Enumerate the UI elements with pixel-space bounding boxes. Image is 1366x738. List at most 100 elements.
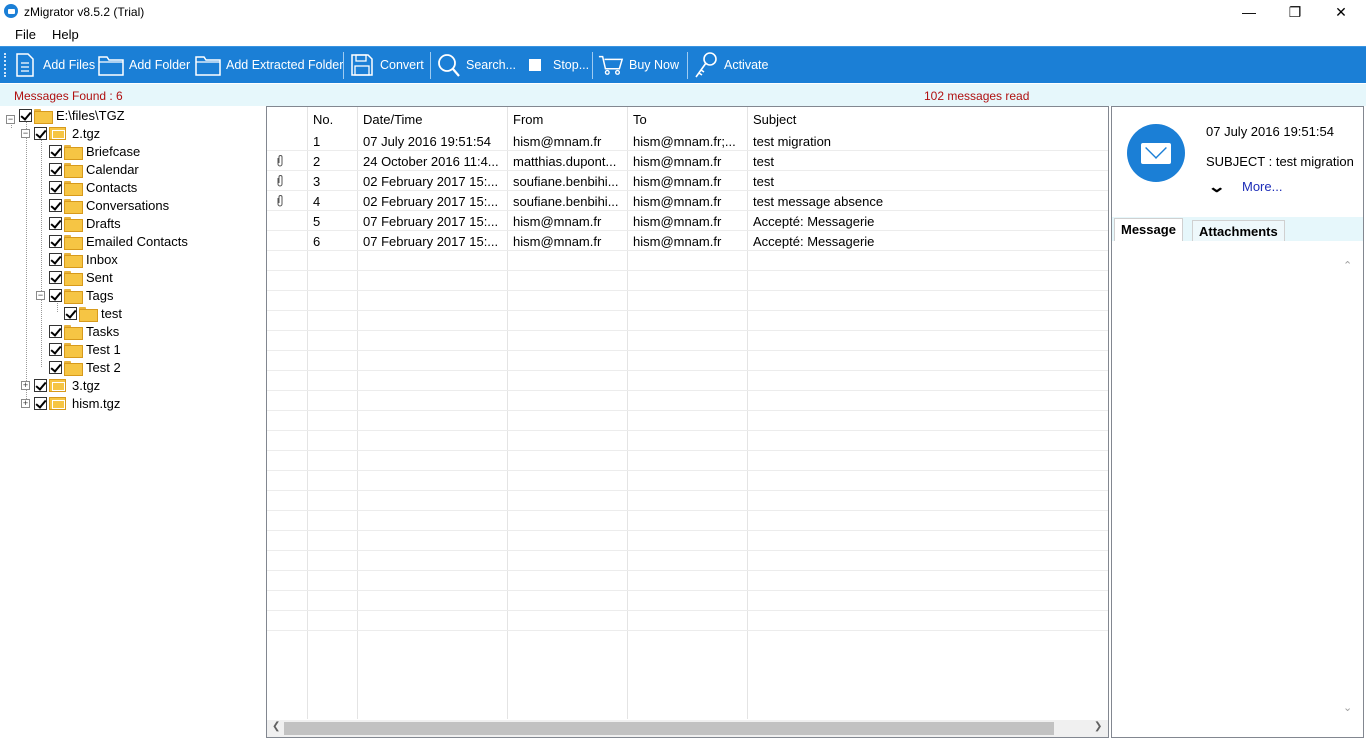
expand-toggle[interactable]: +: [21, 380, 30, 390]
messages-read-text: 102 messages read: [924, 89, 1030, 103]
row-divider: [267, 530, 1108, 531]
menu-help[interactable]: Help: [52, 27, 79, 42]
column-header-date[interactable]: Date/Time: [363, 112, 422, 127]
tree-folder-label: Sent: [86, 269, 113, 285]
cell-date: 02 February 2017 15:...: [363, 194, 499, 209]
tree-folder-contacts[interactable]: Contacts: [49, 178, 137, 196]
stop-button[interactable]: Stop...: [522, 50, 589, 80]
checkbox[interactable]: [34, 126, 47, 140]
checkbox[interactable]: [49, 216, 62, 230]
chevron-down-icon[interactable]: ⌄: [1207, 177, 1226, 197]
menu-file[interactable]: File: [15, 27, 36, 42]
checkbox[interactable]: [49, 180, 62, 194]
row-divider: [267, 270, 1108, 271]
cell-from: hism@mnam.fr: [513, 234, 602, 249]
toolbar-separator: [343, 52, 344, 79]
checkbox[interactable]: [49, 324, 62, 338]
tree-folder-tags[interactable]: − Tags: [36, 286, 113, 304]
folder-icon: [64, 342, 83, 358]
row-divider: [267, 470, 1108, 471]
horizontal-scrollbar[interactable]: ❮ ❯: [267, 720, 1108, 737]
folder-icon: [64, 360, 83, 376]
tree-root-label: E:\files\TGZ: [56, 107, 125, 123]
checkbox[interactable]: [49, 360, 62, 374]
tree-folder-conversations[interactable]: Conversations: [49, 196, 169, 214]
folder-icon: [64, 144, 83, 160]
row-divider: [267, 570, 1108, 571]
add-folder-button[interactable]: Add Folder: [98, 50, 190, 80]
tree-folder-test[interactable]: test: [64, 304, 122, 322]
activate-button[interactable]: Activate: [693, 50, 768, 80]
search-button[interactable]: Search...: [435, 50, 516, 80]
cart-icon: [598, 52, 624, 78]
tree-folder-sent[interactable]: Sent: [49, 268, 113, 286]
vertical-scrollbar[interactable]: ⌃ ⌄: [1340, 245, 1357, 725]
add-files-button[interactable]: Add Files: [12, 50, 95, 80]
checkbox[interactable]: [49, 144, 62, 158]
column-header-from[interactable]: From: [513, 112, 543, 127]
folder-icon: [79, 306, 98, 322]
tree-folder-briefcase[interactable]: Briefcase: [49, 142, 140, 160]
tree-folder-tasks[interactable]: Tasks: [49, 322, 119, 340]
checkbox[interactable]: [49, 198, 62, 212]
buy-now-label: Buy Now: [629, 58, 680, 72]
row-divider: [267, 410, 1108, 411]
tree-folder-calendar[interactable]: Calendar: [49, 160, 139, 178]
tree-folder-emailed-contacts[interactable]: Emailed Contacts: [49, 232, 188, 250]
toolbar-grip[interactable]: [4, 53, 7, 77]
checkbox[interactable]: [49, 162, 62, 176]
convert-button[interactable]: Convert: [349, 50, 424, 80]
checkbox[interactable]: [64, 306, 77, 320]
tree-folder-label: Test 1: [86, 341, 121, 357]
scroll-right-icon[interactable]: ❯: [1094, 721, 1102, 732]
checkbox[interactable]: [49, 270, 62, 284]
tree-folder-test2[interactable]: Test 2: [49, 358, 121, 376]
tree-folder-label: Briefcase: [86, 143, 141, 159]
tab-attachments[interactable]: Attachments: [1192, 220, 1285, 241]
tree-archive-hismtgz[interactable]: + hism.tgz: [21, 394, 120, 412]
row-divider: [267, 490, 1108, 491]
tree-archive-3tgz[interactable]: + 3.tgz: [21, 376, 100, 394]
toolbar-separator: [430, 52, 431, 79]
tree-root[interactable]: − E:\files\TGZ: [6, 106, 125, 124]
add-extracted-folder-button[interactable]: Add Extracted Folder: [195, 50, 343, 80]
collapse-toggle[interactable]: −: [21, 128, 30, 138]
tree-folder-drafts[interactable]: Drafts: [49, 214, 121, 232]
column-header-to[interactable]: To: [633, 112, 647, 127]
checkbox[interactable]: [34, 396, 47, 410]
tab-message[interactable]: Message: [1114, 218, 1183, 241]
tree-folder-label: Tasks: [86, 323, 120, 339]
column-header-subject[interactable]: Subject: [753, 112, 796, 127]
minimize-button[interactable]: —: [1226, 0, 1272, 24]
checkbox[interactable]: [19, 108, 32, 122]
scrollbar-thumb[interactable]: [284, 722, 1054, 735]
more-link[interactable]: More...: [1242, 179, 1282, 194]
collapse-toggle[interactable]: −: [6, 114, 15, 124]
tree-folder-test1[interactable]: Test 1: [49, 340, 121, 358]
tree-archive-2tgz[interactable]: − 2.tgz: [21, 124, 100, 142]
tree-folder-inbox[interactable]: Inbox: [49, 250, 118, 268]
column-header-no[interactable]: No.: [313, 112, 333, 127]
checkbox[interactable]: [49, 288, 62, 302]
cell-to: hism@mnam.fr;...: [633, 134, 736, 149]
drafts-icon: [64, 216, 83, 232]
checkbox[interactable]: [34, 378, 47, 392]
row-divider: [267, 290, 1108, 291]
tree-folder-label: test: [101, 305, 122, 321]
messages-found-text: Messages Found : 6: [14, 89, 123, 103]
collapse-toggle[interactable]: −: [36, 290, 45, 300]
row-divider: [267, 150, 1108, 151]
expand-toggle[interactable]: +: [21, 398, 30, 408]
maximize-button[interactable]: ❐: [1272, 0, 1318, 24]
buy-now-button[interactable]: Buy Now: [598, 50, 679, 80]
scroll-down-icon[interactable]: ⌄: [1343, 701, 1352, 714]
folder-icon: [64, 198, 83, 214]
checkbox[interactable]: [49, 342, 62, 356]
checkbox[interactable]: [49, 234, 62, 248]
row-divider: [267, 370, 1108, 371]
scroll-left-icon[interactable]: ❮: [272, 721, 280, 732]
cell-no: 6: [313, 234, 321, 249]
checkbox[interactable]: [49, 252, 62, 266]
close-button[interactable]: ✕: [1318, 0, 1364, 24]
scroll-up-icon[interactable]: ⌃: [1343, 259, 1352, 272]
